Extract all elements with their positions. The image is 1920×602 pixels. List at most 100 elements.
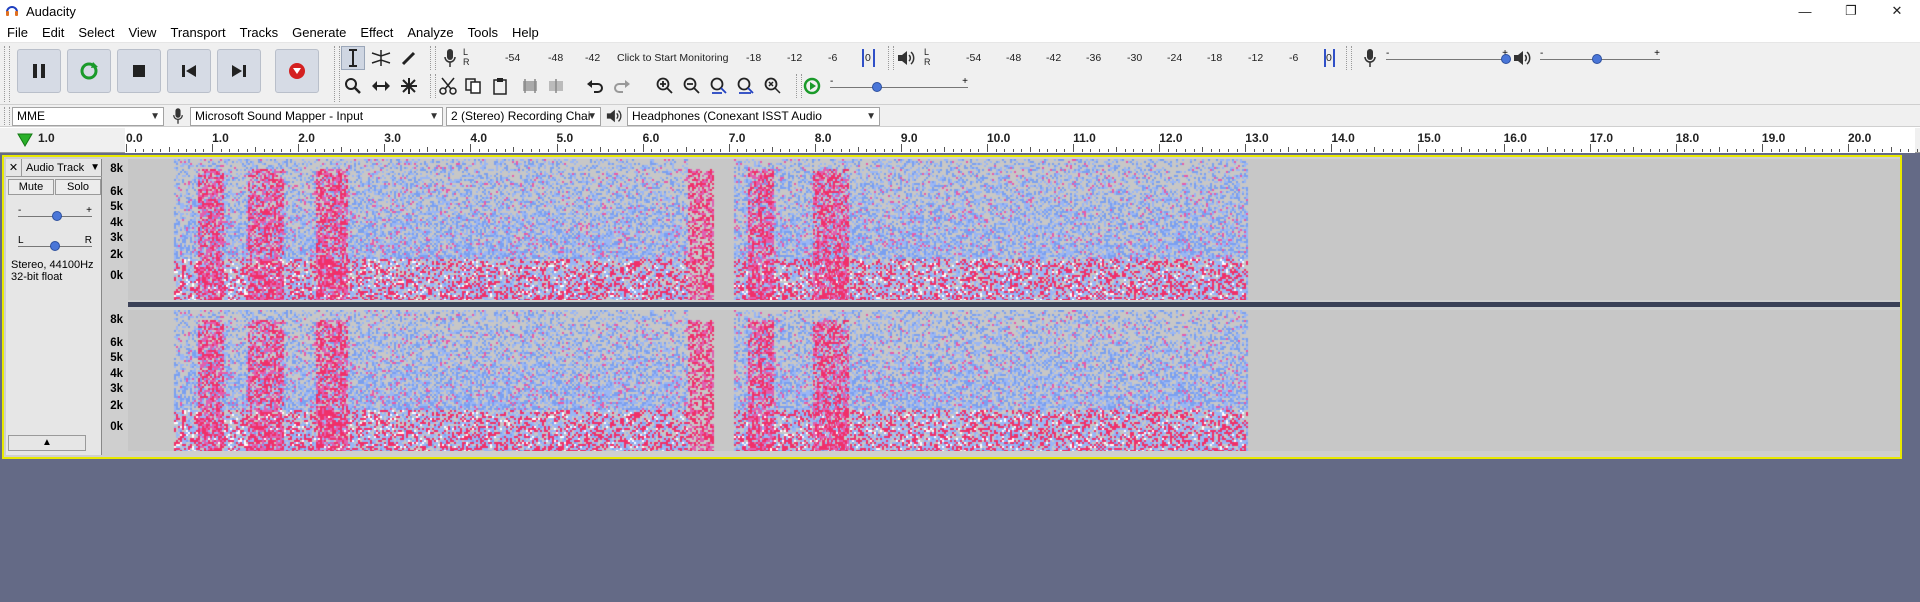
playback-volume-slider[interactable]: - + (1540, 48, 1660, 68)
slider-thumb[interactable] (1592, 54, 1602, 64)
stop-icon (133, 65, 145, 77)
track-name-menu[interactable]: Audio Track (26, 159, 84, 177)
menu-effect[interactable]: Effect (353, 22, 400, 43)
ruler-minor-tick (849, 149, 851, 152)
frequency-scale-bottom[interactable]: 8k 6k 5k 4k 3k 2k 0k (103, 310, 125, 451)
click-to-start-monitoring[interactable]: Click to Start Monitoring (617, 52, 728, 64)
zoom-out-button[interactable] (680, 74, 704, 98)
ruler-minor-tick (892, 149, 894, 152)
record-meter[interactable]: LR -54 -48 -42 Click to Start Monitoring… (463, 47, 878, 69)
recording-volume-slider[interactable]: - + (1386, 48, 1511, 68)
ruler-minor-tick (1581, 149, 1583, 152)
audio-track[interactable]: ✕ Audio Track ▼ Mute Solo - + L R Stereo… (2, 155, 1902, 459)
toolbar-grip[interactable] (430, 46, 436, 70)
ruler-minor-tick (1340, 149, 1341, 152)
play-speed-slider[interactable]: - + (830, 76, 968, 96)
ruler-minor-tick (823, 149, 825, 152)
ruler-major-tick (1503, 144, 1505, 152)
frequency-scale-top[interactable]: 8k 6k 5k 4k 3k 2k 0k (103, 159, 125, 300)
track-gain-slider[interactable]: - + (18, 205, 92, 225)
multi-tool-button[interactable] (397, 74, 421, 98)
mute-button[interactable]: Mute (8, 179, 54, 195)
slider-thumb[interactable] (52, 211, 62, 221)
audio-host-select[interactable]: MME ▼ (12, 107, 164, 126)
playback-device-select[interactable]: Headphones (Conexant ISST Audio ▼ (627, 107, 880, 126)
play-at-speed-button[interactable] (800, 74, 824, 98)
envelope-tool-button[interactable] (369, 46, 393, 70)
timeline-ruler[interactable]: 1.0 0.0 1.0 2.0 3.0 4.0 5.0 6.0 7.0 8.0 9.0 10.0 11… (0, 128, 1920, 153)
ruler-major-tick (987, 144, 988, 152)
paste-button[interactable] (488, 74, 512, 98)
playback-meter[interactable]: LR -54 -48 -42 -36 -30 -24 -18 -12 -6 0 (924, 47, 1336, 69)
menu-transport[interactable]: Transport (163, 22, 232, 43)
zoom-tool-button[interactable] (341, 74, 365, 98)
toolbar-grip[interactable] (4, 46, 10, 102)
ruler-tick-label: 0.0 (126, 131, 143, 145)
collapse-track-button[interactable]: ▲ (8, 435, 86, 451)
time-shift-tool-button[interactable] (369, 74, 393, 98)
toolbar-grip[interactable] (1346, 46, 1352, 70)
ruler-minor-tick (1744, 149, 1746, 152)
ruler-minor-tick (1055, 149, 1057, 152)
ruler-minor-tick (461, 149, 463, 152)
ruler-minor-tick (616, 149, 618, 152)
close-window-button[interactable]: ✕ (1874, 0, 1920, 22)
restore-button[interactable]: ❐ (1828, 0, 1874, 22)
zoom-toggle-button[interactable] (761, 74, 785, 98)
copy-button[interactable] (461, 74, 485, 98)
menu-tools[interactable]: Tools (461, 22, 505, 43)
play-meter-button[interactable] (894, 46, 918, 70)
draw-tool-button[interactable] (397, 46, 421, 70)
menu-generate[interactable]: Generate (285, 22, 353, 43)
skip-to-start-button[interactable] (167, 49, 211, 93)
slider-thumb[interactable] (872, 82, 882, 92)
fit-project-button[interactable] (734, 74, 758, 98)
slider-max-label: R (84, 235, 92, 246)
menu-file[interactable]: File (0, 22, 35, 43)
record-button[interactable] (275, 49, 319, 93)
undo-button[interactable] (583, 74, 607, 98)
ruler-minor-tick (237, 149, 239, 152)
ruler-minor-tick (918, 149, 920, 152)
recording-channels-select[interactable]: 2 (Stereo) Recording Chai ▼ (446, 107, 601, 126)
menu-tracks[interactable]: Tracks (233, 22, 286, 43)
chevron-down-icon[interactable]: ▼ (90, 159, 100, 177)
spectrogram-right-channel[interactable] (128, 310, 1900, 451)
menu-edit[interactable]: Edit (35, 22, 71, 43)
selection-tool-button[interactable] (341, 46, 365, 70)
menu-analyze[interactable]: Analyze (400, 22, 460, 43)
track-control-panel[interactable]: ✕ Audio Track ▼ Mute Solo - + L R Stereo… (6, 159, 102, 455)
menu-view[interactable]: View (122, 22, 164, 43)
menu-select[interactable]: Select (71, 22, 121, 43)
slider-thumb[interactable] (50, 241, 60, 251)
silence-audio-button[interactable] (544, 74, 568, 98)
loop-play-button[interactable] (67, 49, 111, 93)
toolbar-grip[interactable] (334, 46, 340, 102)
track-close-button[interactable]: ✕ (6, 159, 22, 177)
spectrogram-canvas[interactable] (128, 310, 1900, 451)
ruler-minor-tick (280, 149, 282, 152)
ruler-minor-tick (255, 147, 257, 152)
solo-button[interactable]: Solo (55, 179, 101, 195)
spectrogram-canvas[interactable] (128, 159, 1900, 300)
pause-button[interactable] (17, 49, 61, 93)
fit-selection-button[interactable] (707, 74, 731, 98)
stop-button[interactable] (117, 49, 161, 93)
minimize-button[interactable]: — (1782, 0, 1828, 22)
trim-audio-button[interactable] (518, 74, 542, 98)
slider-min-label: - (1386, 48, 1390, 59)
skip-to-end-button[interactable] (217, 49, 261, 93)
zoom-in-button[interactable] (653, 74, 677, 98)
recording-device-select[interactable]: Microsoft Sound Mapper - Input ▼ (190, 107, 443, 126)
toolbar-grip[interactable] (4, 107, 10, 125)
ruler-minor-tick (565, 149, 567, 152)
spectrogram-left-channel[interactable] (128, 159, 1900, 300)
channel-separator[interactable] (128, 302, 1900, 307)
cut-button[interactable] (436, 74, 460, 98)
record-meter-button[interactable] (438, 46, 462, 70)
menu-help[interactable]: Help (505, 22, 546, 43)
redo-button[interactable] (610, 74, 634, 98)
track-pan-slider[interactable]: L R (18, 235, 92, 255)
ruler-major-tick (556, 144, 558, 152)
play-head-icon[interactable] (17, 133, 33, 147)
